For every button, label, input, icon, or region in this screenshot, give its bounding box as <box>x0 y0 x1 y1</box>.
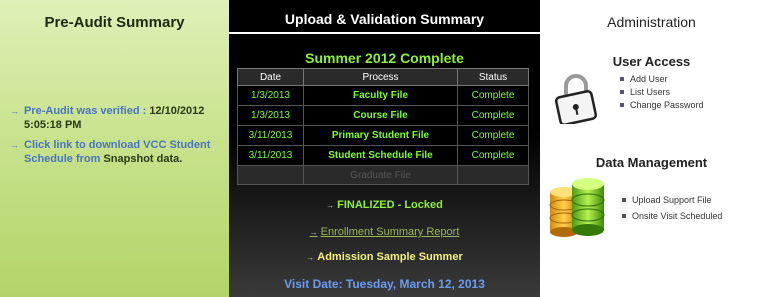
pre-audit-panel: Pre-Audit Summary → Pre-Audit was verifi… <box>0 0 229 297</box>
database-icon <box>549 178 605 237</box>
enrollment-report-link[interactable]: → Enrollment Summary Report <box>229 226 540 238</box>
row-date: 1/3/2013 <box>237 85 304 106</box>
table-row: Graduate File <box>237 165 529 185</box>
pre-audit-verified-label: Pre-Audit was verified : <box>24 105 150 117</box>
term-status: Summer 2012 Complete <box>305 50 464 66</box>
admission-sample-link[interactable]: → Admission Sample Summer <box>229 251 540 263</box>
admission-sample-label[interactable]: Admission Sample Summer <box>317 251 463 263</box>
enrollment-report-label[interactable]: Enrollment Summary Report <box>321 226 460 238</box>
row-status: Complete <box>457 125 529 146</box>
upload-table: Date Process Status 1/3/2013 Faculty Fil… <box>237 68 529 185</box>
upload-validation-title: Upload & Validation Summary <box>229 6 540 34</box>
row-status: Complete <box>457 145 529 166</box>
col-status: Status <box>457 68 529 86</box>
list-users-link[interactable]: List Users <box>620 86 704 99</box>
col-date: Date <box>237 68 304 86</box>
dashboard: Pre-Audit Summary → Pre-Audit was verifi… <box>0 0 763 297</box>
upload-support-file-link[interactable]: Upload Support File <box>622 192 722 208</box>
table-row[interactable]: 1/3/2013 Faculty File Complete <box>237 85 529 106</box>
row-process[interactable]: Student Schedule File <box>303 145 458 166</box>
table-row[interactable]: 3/11/2013 Student Schedule File Complete <box>237 145 529 166</box>
arrow-right-icon: → <box>326 201 335 210</box>
finalized-status: → FINALIZED - Locked <box>229 199 540 211</box>
row-date: 3/11/2013 <box>237 145 304 166</box>
row-process[interactable]: Faculty File <box>303 85 458 106</box>
row-process[interactable]: Course File <box>303 105 458 126</box>
row-date <box>237 165 304 185</box>
data-management-list: Upload Support File Onsite Visit Schedul… <box>622 192 722 224</box>
table-row[interactable]: 3/11/2013 Primary Student File Complete <box>237 125 529 146</box>
pre-audit-list: → Pre-Audit was verified : 12/10/2012 5:… <box>10 104 225 172</box>
row-process: Graduate File <box>303 165 458 185</box>
lock-icon <box>554 74 598 124</box>
add-user-link[interactable]: Add User <box>620 73 704 86</box>
table-header-row: Date Process Status <box>237 68 529 86</box>
user-access-list: Add User List Users Change Password <box>620 73 704 112</box>
col-process: Process <box>303 68 458 86</box>
pre-audit-verified-item: → Pre-Audit was verified : 12/10/2012 5:… <box>10 104 225 132</box>
row-status <box>457 165 529 185</box>
pre-audit-title: Pre-Audit Summary <box>44 14 185 31</box>
row-date: 3/11/2013 <box>237 125 304 146</box>
administration-panel: Administration User Access Add User List… <box>540 0 763 297</box>
change-password-link[interactable]: Change Password <box>620 99 704 112</box>
arrow-right-icon: → <box>10 140 19 150</box>
onsite-visit-link[interactable]: Onsite Visit Scheduled <box>622 208 722 224</box>
arrow-right-icon: → <box>10 106 19 116</box>
download-schedule-item[interactable]: → Click link to download VCC Student Sch… <box>10 138 225 166</box>
user-access-heading: User Access <box>612 54 691 69</box>
row-process[interactable]: Primary Student File <box>303 125 458 146</box>
row-status: Complete <box>457 105 529 126</box>
row-status: Complete <box>457 85 529 106</box>
row-date: 1/3/2013 <box>237 105 304 126</box>
visit-date: Visit Date: Tuesday, March 12, 2013 <box>284 277 485 291</box>
finalized-label: FINALIZED - Locked <box>337 199 443 211</box>
snapshot-data-link[interactable]: Snapshot data. <box>103 153 182 165</box>
arrow-right-icon: → <box>309 228 318 237</box>
administration-title: Administration <box>607 14 696 30</box>
data-management-heading: Data Management <box>595 155 708 170</box>
upload-validation-panel: Upload & Validation Summary Summer 2012 … <box>229 0 540 297</box>
arrow-right-icon: → <box>306 253 315 262</box>
table-row[interactable]: 1/3/2013 Course File Complete <box>237 105 529 126</box>
